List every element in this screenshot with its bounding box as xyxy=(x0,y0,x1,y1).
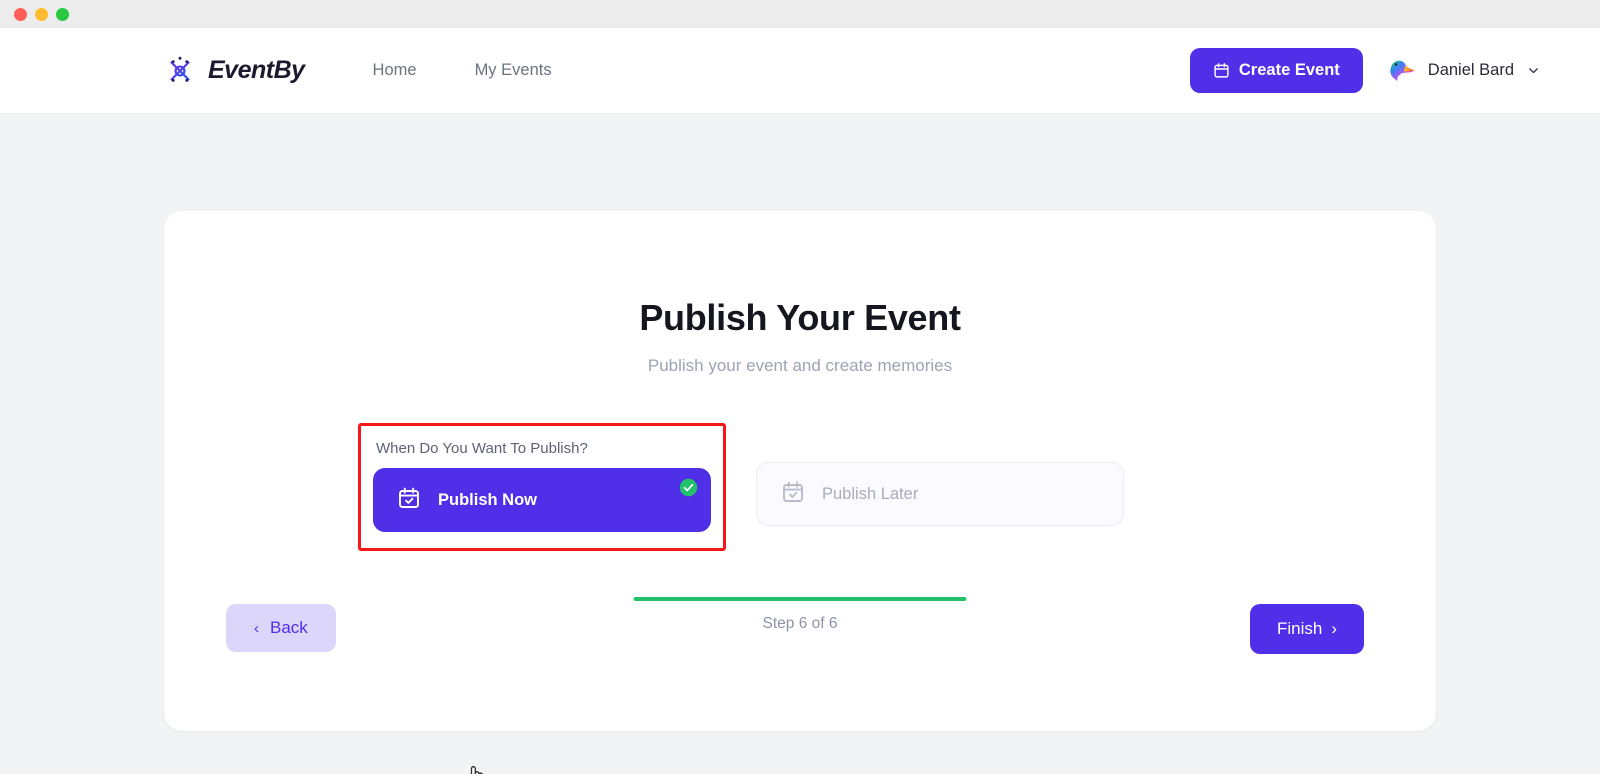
app-viewport: EventBy Home My Events Create Event Dani… xyxy=(0,28,1600,774)
page-title: Publish Your Event xyxy=(639,297,961,338)
create-event-button[interactable]: Create Event xyxy=(1189,48,1363,93)
back-button-label: Back xyxy=(270,618,308,637)
bird-avatar xyxy=(1385,55,1417,87)
pointer-hand-cursor xyxy=(463,764,487,774)
brand-name: EventBy xyxy=(208,56,305,84)
chevron-right-icon: › xyxy=(1331,619,1337,638)
snowflake-logo-icon xyxy=(163,54,197,88)
publish-later-option[interactable]: Publish Later xyxy=(756,462,1124,526)
wizard-footer: ‹ Back Step 6 of 6 Finish › xyxy=(226,597,1364,671)
nav-item-my-events[interactable]: My Events xyxy=(475,61,552,80)
chevron-left-icon: ‹ xyxy=(254,619,259,637)
progress-step-text: Step 6 of 6 xyxy=(762,615,838,632)
window-minimize-button[interactable] xyxy=(35,7,48,21)
back-button[interactable]: ‹ Back xyxy=(226,604,336,652)
user-menu[interactable]: Daniel Bard xyxy=(1385,55,1540,87)
brand-logo[interactable]: EventBy xyxy=(163,54,305,88)
publish-now-label: Publish Now xyxy=(438,490,537,509)
publish-wizard-card: Publish Your Event Publish your event an… xyxy=(164,211,1436,774)
finish-button[interactable]: Finish › xyxy=(1249,604,1364,654)
window-maximize-button[interactable] xyxy=(56,7,69,21)
window-close-button[interactable] xyxy=(14,7,27,21)
nav-item-home[interactable]: Home xyxy=(373,61,417,80)
calendar-icon xyxy=(1213,62,1230,79)
publish-timing-label: When Do You Want To Publish? xyxy=(376,440,588,457)
progress-track xyxy=(633,597,967,601)
publish-later-label: Publish Later xyxy=(822,484,919,503)
wizard-progress: Step 6 of 6 xyxy=(633,597,967,633)
user-name: Daniel Bard xyxy=(1427,61,1514,79)
primary-nav: Home My Events xyxy=(373,61,552,80)
window-title-bar xyxy=(0,0,1600,28)
calendar-check-icon xyxy=(397,486,421,515)
check-circle-icon xyxy=(679,478,698,497)
page-subtitle: Publish your event and create memories xyxy=(647,356,953,375)
content-stage: Publish Your Event Publish your event an… xyxy=(0,114,1600,774)
publish-timing-highlight-group: When Do You Want To Publish? Publish Now xyxy=(358,423,726,551)
finish-button-label: Finish xyxy=(1276,619,1323,638)
publish-later-wrapper: Publish Later xyxy=(756,462,1124,526)
calendar-check-icon xyxy=(781,480,805,509)
chevron-down-icon[interactable] xyxy=(1527,64,1540,77)
top-bar-right-cluster: Create Event Daniel Bard xyxy=(1189,48,1540,93)
top-navigation-bar: EventBy Home My Events Create Event Dani… xyxy=(0,28,1600,114)
publish-now-option[interactable]: Publish Now xyxy=(373,468,711,532)
progress-fill xyxy=(633,597,967,601)
publish-options-row: When Do You Want To Publish? Publish Now… xyxy=(236,423,1364,551)
create-event-label: Create Event xyxy=(1238,61,1340,79)
